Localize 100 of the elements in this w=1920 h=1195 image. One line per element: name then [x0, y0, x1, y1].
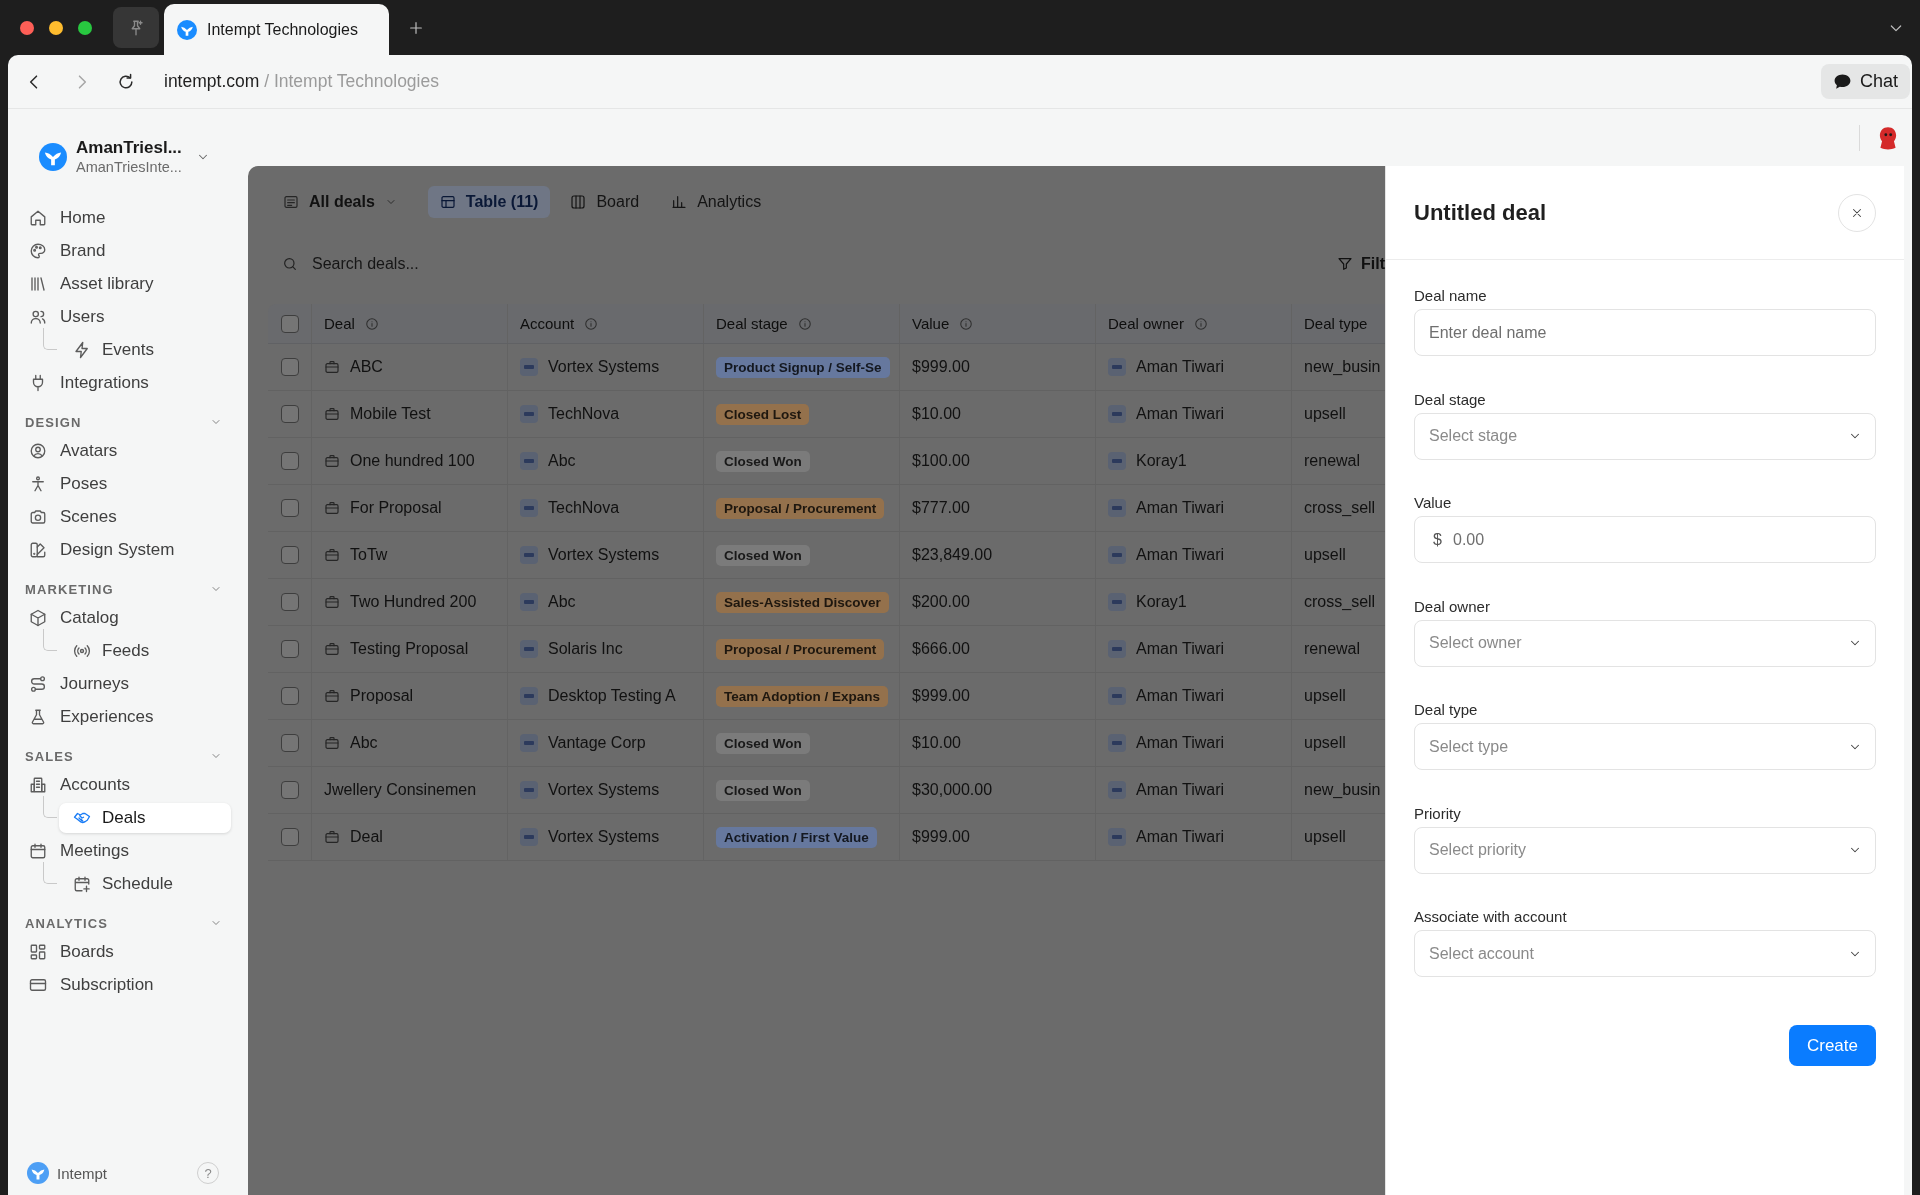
- nav-item[interactable]: Avatars: [24, 434, 226, 467]
- column-header[interactable]: Deal stage: [716, 315, 788, 332]
- account-name: Abc: [548, 593, 576, 611]
- column-header[interactable]: Account: [520, 315, 575, 332]
- nav-item[interactable]: Design System: [24, 533, 226, 566]
- browser-tab[interactable]: Intempt Technologies: [164, 4, 389, 55]
- nav-item[interactable]: Catalog: [24, 601, 226, 634]
- nav-item[interactable]: Events: [59, 334, 231, 365]
- row-checkbox[interactable]: [280, 828, 299, 846]
- deal-name[interactable]: Two Hundred 200: [350, 593, 477, 611]
- info-icon[interactable]: [797, 316, 812, 331]
- deal-name[interactable]: One hundred 100: [350, 452, 475, 470]
- view-tab[interactable]: Board: [558, 186, 652, 218]
- search-field[interactable]: Search deals...: [312, 255, 612, 273]
- column-header[interactable]: Deal type: [1304, 315, 1368, 332]
- info-icon[interactable]: [364, 316, 379, 331]
- info-icon[interactable]: [1193, 316, 1208, 331]
- field-label: Priority: [1414, 804, 1462, 823]
- dropdown-field[interactable]: Select owner: [1414, 619, 1876, 667]
- nav-item[interactable]: Meetings: [24, 834, 226, 867]
- view-tab[interactable]: Analytics: [659, 186, 774, 218]
- window-close-icon[interactable]: [20, 20, 34, 35]
- pin-button[interactable]: [113, 7, 159, 48]
- table-cell-text: upsell: [1303, 733, 1347, 753]
- deal-name[interactable]: Mobile Test: [350, 405, 431, 423]
- nav-item[interactable]: Brand: [24, 234, 226, 267]
- nav-item[interactable]: Integrations: [24, 366, 226, 399]
- tree-connector: [43, 629, 57, 651]
- deal-name[interactable]: ToTw: [350, 546, 388, 564]
- nav-item[interactable]: Deals: [59, 802, 231, 833]
- table-cell-text: upsell: [1303, 404, 1347, 424]
- info-icon[interactable]: [584, 316, 599, 331]
- window-minimize-icon[interactable]: [49, 20, 63, 35]
- deal-name[interactable]: Deal: [350, 828, 383, 846]
- view-tab[interactable]: Table (11): [427, 186, 551, 218]
- nav-item[interactable]: Journeys: [24, 667, 226, 700]
- stage-badge: Closed Won: [716, 732, 810, 754]
- row-checkbox[interactable]: [280, 499, 299, 517]
- chat-button[interactable]: Chat: [1820, 64, 1910, 99]
- row-checkbox[interactable]: [280, 405, 299, 423]
- dropdown-field[interactable]: Select account: [1414, 930, 1876, 977]
- column-header[interactable]: Deal: [324, 315, 355, 332]
- row-checkbox[interactable]: [280, 452, 299, 470]
- account-avatar-icon: [520, 499, 538, 517]
- address-bar-url[interactable]: intempt.com / Intempt Technologies: [164, 71, 439, 92]
- nav-item[interactable]: Boards: [24, 935, 226, 968]
- text-field[interactable]: Enter deal name: [1414, 309, 1876, 356]
- dropdown-field[interactable]: Select priority: [1414, 826, 1876, 874]
- column-header[interactable]: Deal owner: [1108, 315, 1184, 332]
- view-menu[interactable]: All deals: [275, 186, 405, 218]
- deal-name[interactable]: Testing Proposal: [350, 640, 469, 658]
- nav-item[interactable]: Accounts: [24, 768, 226, 801]
- row-checkbox[interactable]: [280, 358, 299, 376]
- table-cell: $999.00: [900, 344, 1096, 390]
- deal-name[interactable]: Proposal: [350, 687, 414, 705]
- briefcase-icon: [324, 453, 340, 469]
- table-cell: $10.00: [900, 391, 1096, 437]
- row-checkbox[interactable]: [280, 734, 299, 752]
- nav-item[interactable]: Subscription: [24, 968, 226, 1001]
- table-cell: $999.00: [900, 673, 1096, 719]
- dropdown-field[interactable]: Select stage: [1414, 412, 1876, 460]
- nav-item[interactable]: Schedule: [59, 868, 231, 899]
- nav-item[interactable]: Asset library: [24, 267, 226, 300]
- palette-icon: [29, 241, 47, 260]
- row-checkbox[interactable]: [280, 546, 299, 564]
- workspace-switcher[interactable]: AmanTriesl... AmanTriesInte...: [39, 143, 210, 171]
- owner-name: Aman Tiwari: [1136, 405, 1225, 423]
- deal-name[interactable]: Abc: [350, 734, 378, 752]
- section-header[interactable]: ANALYTICS: [24, 911, 226, 935]
- row-checkbox[interactable]: [280, 781, 299, 799]
- nav-item[interactable]: Feeds: [59, 635, 231, 666]
- nav-item[interactable]: Experiences: [24, 700, 226, 733]
- create-button[interactable]: Create: [1788, 1025, 1876, 1066]
- owner-avatar-icon: [1108, 828, 1126, 846]
- deal-name[interactable]: Jwellery Consinemen: [324, 781, 477, 799]
- section-header[interactable]: DESIGN: [24, 410, 226, 434]
- nav-item[interactable]: Users: [24, 300, 226, 333]
- info-icon[interactable]: [959, 316, 974, 331]
- row-checkbox[interactable]: [280, 593, 299, 611]
- plus-icon[interactable]: [408, 19, 424, 36]
- deal-name[interactable]: For Proposal: [350, 499, 442, 517]
- bar-chart-icon: [671, 194, 688, 210]
- owner-avatar-icon: [1108, 358, 1126, 376]
- section-header[interactable]: SALES: [24, 744, 226, 768]
- deal-name[interactable]: ABC: [350, 358, 383, 376]
- table-cell: $777.00: [900, 485, 1096, 531]
- dropdown-field[interactable]: Select type: [1414, 723, 1876, 770]
- nav-item[interactable]: Home: [24, 201, 226, 234]
- column-header[interactable]: Value: [912, 315, 950, 332]
- filter-button[interactable]: Filt: [1337, 255, 1385, 273]
- nav-item[interactable]: Scenes: [24, 500, 226, 533]
- close-button[interactable]: [1838, 193, 1876, 232]
- section-header[interactable]: MARKETING: [24, 577, 226, 601]
- select-all-checkbox[interactable]: [280, 314, 299, 333]
- row-checkbox[interactable]: [280, 640, 299, 658]
- logo-icon: [27, 1162, 49, 1184]
- window-zoom-icon[interactable]: [78, 20, 92, 35]
- currency-symbol: $: [1433, 530, 1442, 549]
- nav-item[interactable]: Poses: [24, 467, 226, 500]
- row-checkbox[interactable]: [280, 687, 299, 705]
